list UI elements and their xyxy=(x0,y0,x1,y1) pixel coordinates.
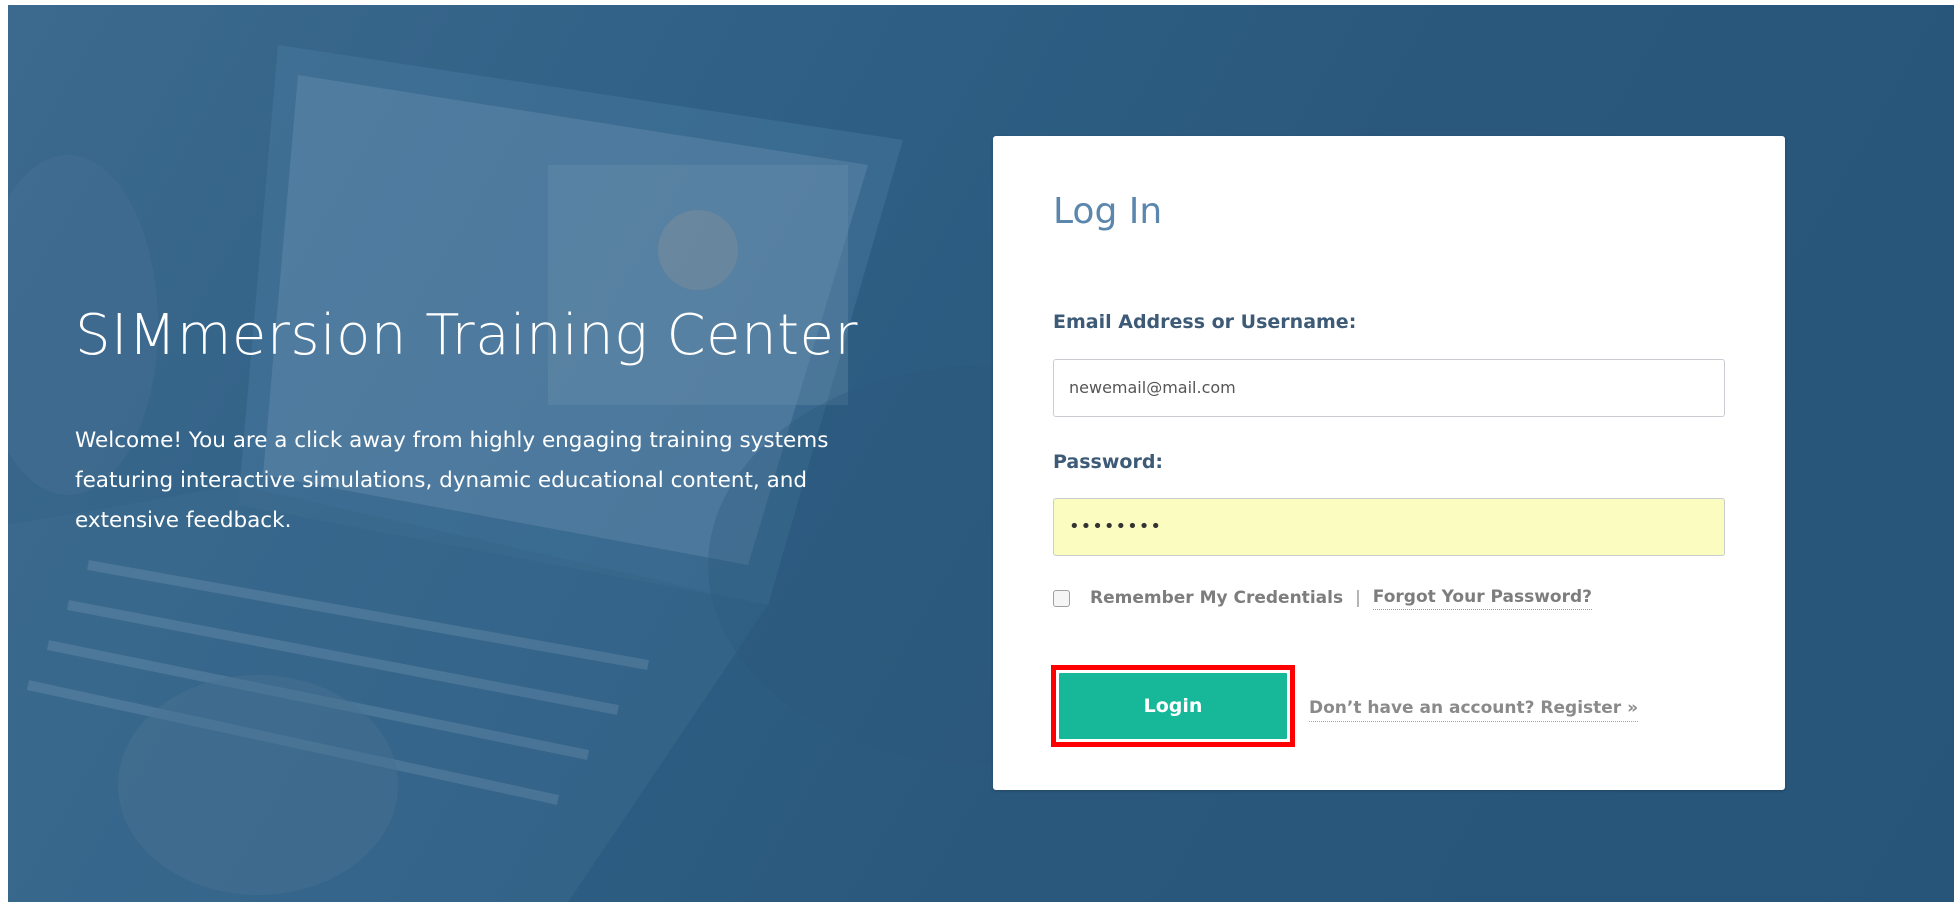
register-link[interactable]: Don’t have an account? Register » xyxy=(1309,698,1639,722)
email-input[interactable]: newemail@mail.com xyxy=(1053,359,1725,417)
login-button[interactable]: Login xyxy=(1059,673,1287,739)
remember-checkbox[interactable] xyxy=(1053,589,1070,607)
page: SIMmersion Training Center Welcome! You … xyxy=(0,0,1957,905)
password-input[interactable]: •••••••• xyxy=(1053,498,1725,556)
email-label: Email Address or Username: xyxy=(1053,311,1357,333)
login-card: Log In Email Address or Username: newema… xyxy=(993,136,1785,790)
remember-label[interactable]: Remember My Credentials xyxy=(1090,588,1343,608)
forgot-password-link[interactable]: Forgot Your Password? xyxy=(1372,587,1593,610)
hero-title: SIMmersion Training Center xyxy=(75,303,858,368)
hero-welcome-text: Welcome! You are a click away from highl… xyxy=(75,428,829,533)
hero-background: SIMmersion Training Center Welcome! You … xyxy=(8,5,1954,902)
login-button-highlight: Login xyxy=(1051,665,1295,747)
password-label: Password: xyxy=(1053,451,1164,473)
separator: | xyxy=(1355,588,1361,608)
remember-row: Remember My Credentials | Forgot Your Pa… xyxy=(1053,585,1593,611)
login-title: Log In xyxy=(1053,191,1163,232)
